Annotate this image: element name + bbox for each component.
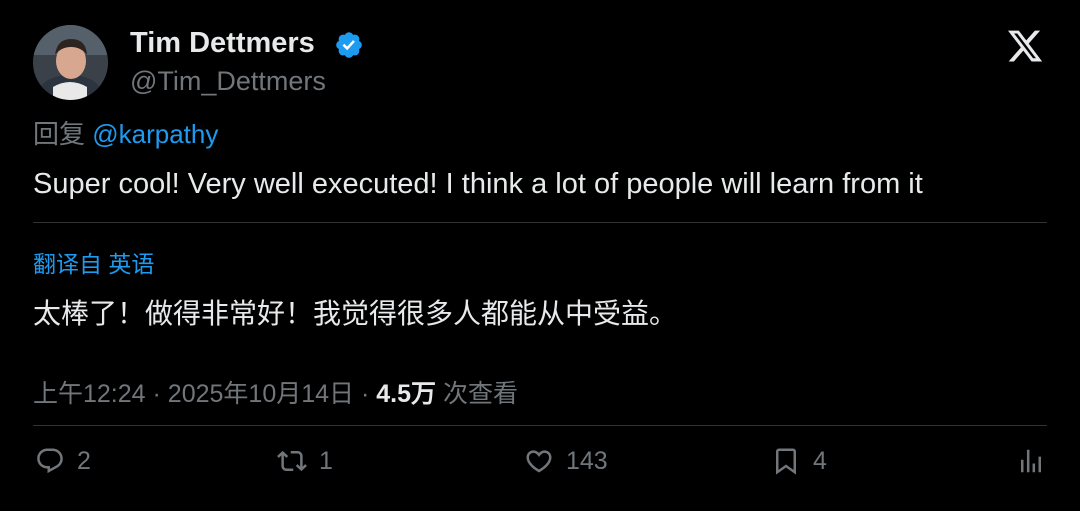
mention-link[interactable]: @karpathy [92,119,218,149]
analytics-button[interactable] [1016,443,1046,479]
repost-count: 1 [319,446,333,475]
reply-icon [37,448,63,474]
like-button[interactable]: 143 [524,443,608,479]
views-label: 次查看 [442,380,518,408]
meta-separator: · [360,380,370,408]
author-handle[interactable]: @Tim_Dettmers [130,66,326,97]
repost-button[interactable]: 1 [277,443,333,479]
replying-to: 回复 @karpathy [33,114,218,151]
meta-separator: · [152,380,161,408]
divider [33,425,1047,426]
tweet-meta: 上午12:24 · 2025年10月14日 · 4.5万 次查看 [33,374,518,410]
avatar-image [33,25,108,100]
verified-badge-icon [336,32,362,58]
like-count: 143 [566,446,608,475]
x-logo-icon[interactable] [1006,27,1044,65]
tweet-time[interactable]: 上午12:24 [33,380,146,408]
author-name[interactable]: Tim Dettmers [130,27,315,60]
divider [33,222,1047,223]
reply-prefix: 回复 [33,119,86,149]
tweet-text: Super cool! Very well executed! I think … [33,168,923,200]
heart-icon [526,450,552,473]
bookmark-icon [776,448,796,475]
reply-button[interactable]: 2 [35,443,91,479]
bookmark-count: 4 [813,446,827,475]
repost-icon [277,450,307,472]
translated-text: 太棒了！做得非常好！我觉得很多人都能从中受益。 [33,298,678,329]
translated-from-link[interactable]: 翻译自 英语 [33,245,154,279]
avatar[interactable] [33,25,108,100]
bookmark-button[interactable]: 4 [771,443,827,479]
tweet-date[interactable]: 2025年10月14日 [168,380,354,408]
analytics-icon [1021,449,1041,473]
reply-count: 2 [77,446,91,475]
views-count: 4.5万 [376,380,437,408]
